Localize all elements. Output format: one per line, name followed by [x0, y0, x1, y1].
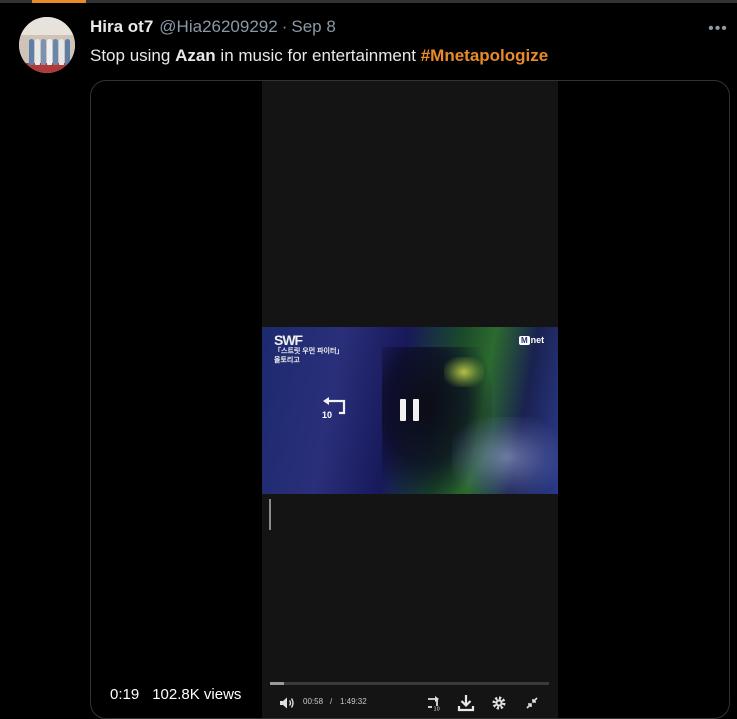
player-current-time: 00:58	[303, 697, 324, 706]
player-progress-bar[interactable]	[270, 682, 549, 685]
video-light	[444, 357, 484, 387]
text-cursor	[269, 499, 271, 530]
video-stats: 0:19 102.8K views	[110, 686, 241, 703]
separator-dot: ·	[281, 17, 288, 36]
embedded-video-frame: SWF 「스트릿 우먼 파이터」 올토리고 Mnet 10 00:58 / 1:…	[262, 81, 558, 718]
channel-logo-text: net	[530, 335, 545, 345]
player-progress-played	[270, 682, 284, 685]
forward-10-icon[interactable]: 10	[424, 694, 442, 712]
svg-text:10: 10	[434, 707, 440, 713]
settings-gear-icon[interactable]	[490, 694, 508, 712]
author-name[interactable]: Hira ot7	[90, 17, 153, 37]
tweet-date[interactable]: Sep 8	[291, 17, 335, 37]
video-clip[interactable]: SWF 「스트릿 우먼 파이터」 올토리고 Mnet 10	[262, 327, 558, 494]
tweet-text-end: in music for entertainment	[215, 46, 421, 65]
show-logo-title: SWF	[274, 332, 303, 348]
player-total-time: 1:49:32	[340, 697, 367, 706]
view-count: 102.8K views	[152, 686, 242, 703]
video-smoke	[452, 417, 558, 494]
video-elapsed-time: 0:19	[110, 686, 140, 703]
more-options-icon[interactable]: •••	[707, 19, 729, 39]
tweet-text-bold: Azan	[175, 46, 216, 65]
exit-fullscreen-icon[interactable]	[523, 694, 541, 712]
player-time-separator: /	[330, 697, 333, 706]
tweet-header: Hira ot7 @Hia26209292 · Sep 8	[90, 17, 336, 39]
pause-icon[interactable]	[400, 399, 420, 421]
video-media[interactable]: SWF 「스트릿 우먼 파이터」 올토리고 Mnet 10 00:58 / 1:…	[90, 80, 730, 719]
channel-logo: Mnet	[519, 335, 544, 345]
tweet-text: Stop using Azan in music for entertainme…	[90, 46, 548, 66]
show-logo: SWF 「스트릿 우먼 파이터」 올토리고	[274, 333, 343, 365]
channel-logo-mark: M	[519, 336, 530, 345]
show-logo-subtitle: 「스트릿 우먼 파이터」	[274, 348, 344, 355]
author-handle[interactable]: @Hia26209292	[159, 17, 277, 37]
tweet-text-start: Stop using	[90, 46, 176, 65]
player-controls: 00:58 / 1:49:32 10	[262, 693, 558, 715]
rewind-label: 10	[322, 410, 333, 420]
avatar[interactable]	[19, 17, 75, 73]
download-icon[interactable]	[457, 694, 475, 712]
volume-icon[interactable]	[279, 696, 295, 710]
hashtag-link[interactable]: #Mnetapologize	[421, 46, 549, 65]
tweet[interactable]: Hira ot7 @Hia26209292 · Sep 8 ••• Stop u…	[0, 3, 737, 719]
show-logo-note: 올토리고	[274, 357, 300, 364]
